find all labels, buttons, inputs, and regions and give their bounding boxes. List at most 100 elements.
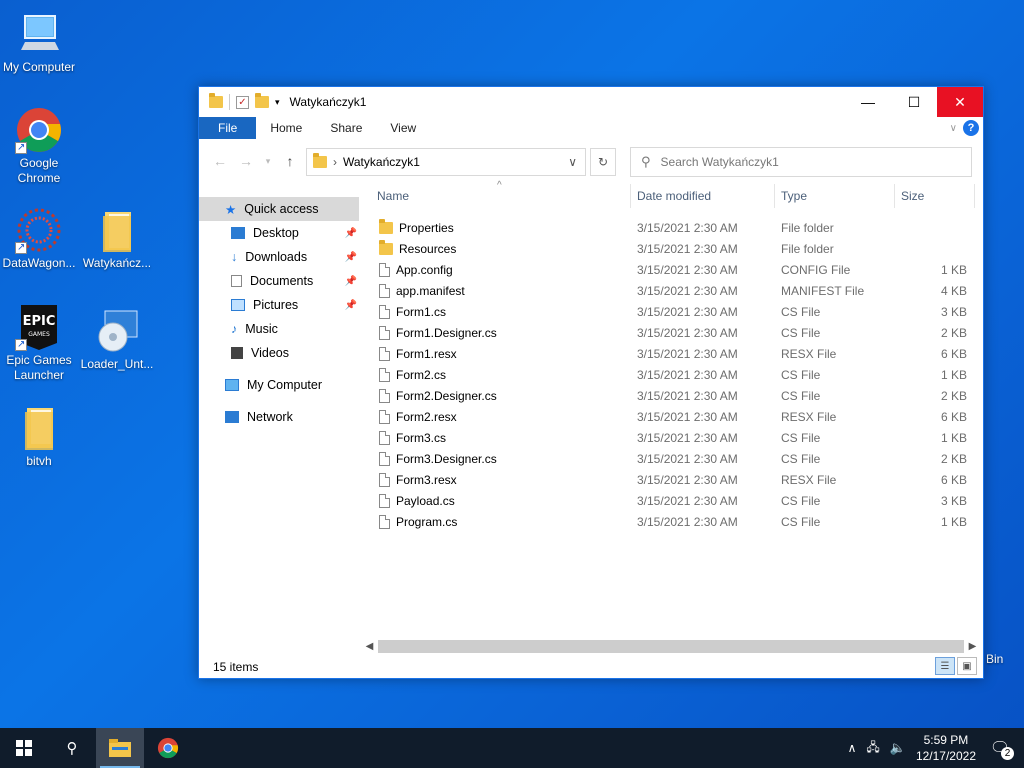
- table-row[interactable]: Program.cs 3/15/2021 2:30 AM CS File 1 KB: [371, 511, 975, 532]
- folder-icon: [379, 218, 393, 234]
- clock[interactable]: 5:59 PM 12/17/2022: [916, 732, 976, 764]
- desktop-icon-google-chrome[interactable]: Google Chrome: [1, 106, 77, 186]
- file-name-cell: Form1.Designer.cs: [371, 325, 631, 340]
- details-view-button[interactable]: ☰: [935, 657, 955, 675]
- file-type: CS File: [781, 493, 821, 508]
- tab-home[interactable]: Home: [256, 117, 316, 139]
- table-row[interactable]: Form2.Designer.cs 3/15/2021 2:30 AM CS Fil…: [371, 385, 975, 406]
- table-row[interactable]: App.config 3/15/2021 2:30 AM CONFIG File 1 …: [371, 259, 975, 280]
- recent-locations-icon[interactable]: ▾: [261, 156, 275, 167]
- scroll-left-icon[interactable]: ◀: [361, 641, 378, 652]
- column-header-type[interactable]: Type: [775, 184, 895, 208]
- desktop-icon-loader[interactable]: Loader_Unt...: [79, 307, 155, 372]
- show-hidden-icons-chevron-icon[interactable]: ∧: [848, 741, 857, 755]
- pin-icon[interactable]: 📌: [345, 228, 357, 239]
- table-row[interactable]: Form2.cs 3/15/2021 2:30 AM CS File 1 KB: [371, 364, 975, 385]
- desktop-icon-datawagon[interactable]: DataWagon...: [1, 206, 77, 271]
- customize-dropdown-icon[interactable]: ▾: [275, 97, 280, 108]
- nav-my-computer[interactable]: My Computer: [199, 373, 359, 397]
- pictures-icon: [231, 299, 245, 311]
- back-button[interactable]: ←: [209, 153, 231, 169]
- minimize-button[interactable]: —: [845, 87, 891, 117]
- desktop-icon-my-computer[interactable]: My Computer: [1, 10, 77, 75]
- search-input[interactable]: ⚲ Search Watykańczyk1: [630, 147, 972, 177]
- start-button[interactable]: [0, 728, 48, 768]
- nav-label: Music: [245, 322, 278, 336]
- table-row[interactable]: Form1.Designer.cs 3/15/2021 2:30 AM CS Fil…: [371, 322, 975, 343]
- file-type: CS File: [781, 388, 821, 403]
- file-size: 1 KB: [940, 514, 967, 529]
- nav-label: Videos: [251, 346, 289, 360]
- nav-documents[interactable]: Documents 📌: [199, 269, 359, 293]
- new-folder-icon[interactable]: [255, 93, 269, 108]
- table-row[interactable]: Form1.resx 3/15/2021 2:30 AM RESX File 6 KB: [371, 343, 975, 364]
- properties-icon[interactable]: ✓: [236, 95, 249, 109]
- table-row[interactable]: Form1.cs 3/15/2021 2:30 AM CS File 3 KB: [371, 301, 975, 322]
- table-row[interactable]: Form2.resx 3/15/2021 2:30 AM RESX File 6 KB: [371, 406, 975, 427]
- pin-icon[interactable]: 📌: [345, 276, 357, 287]
- help-icon[interactable]: ?: [963, 120, 979, 136]
- expand-ribbon-icon[interactable]: ∨: [950, 123, 957, 134]
- file-icon: [379, 346, 390, 361]
- nav-videos[interactable]: Videos: [199, 341, 359, 365]
- title-bar[interactable]: ✓ ▾ Watykańczyk1 — ☐ ✕: [199, 87, 983, 117]
- pin-icon[interactable]: 📌: [345, 252, 357, 263]
- desktop-icon-bitvh-folder[interactable]: bitvh: [1, 404, 77, 469]
- forward-button[interactable]: →: [235, 153, 257, 169]
- file-size: 3 KB: [940, 304, 967, 319]
- file-name-cell: Form2.cs: [371, 367, 631, 382]
- table-row[interactable]: Payload.cs 3/15/2021 2:30 AM CS File 3 KB: [371, 490, 975, 511]
- refresh-button[interactable]: ↻: [590, 148, 616, 176]
- pin-icon[interactable]: 📌: [345, 300, 357, 311]
- desktop-icon-label: DataWagon...: [2, 256, 76, 270]
- table-row[interactable]: Form3.cs 3/15/2021 2:30 AM CS File 1 KB: [371, 427, 975, 448]
- file-date: 3/15/2021 2:30 AM: [637, 430, 738, 445]
- taskbar-file-explorer[interactable]: [96, 728, 144, 768]
- scroll-right-icon[interactable]: ▶: [964, 641, 981, 652]
- close-icon: ✕: [954, 93, 966, 110]
- up-button[interactable]: ↑: [279, 153, 301, 169]
- large-icons-view-button[interactable]: ▣: [957, 657, 977, 675]
- file-date: 3/15/2021 2:30 AM: [637, 241, 738, 256]
- tab-file[interactable]: File: [199, 117, 257, 139]
- breadcrumb-current[interactable]: Watykańczyk1: [343, 155, 420, 169]
- file-name-cell: Form1.cs: [371, 304, 631, 319]
- taskbar-chrome[interactable]: [144, 728, 192, 768]
- table-row[interactable]: Resources 3/15/2021 2:30 AM File folder: [371, 238, 975, 259]
- column-header-date[interactable]: Date modified: [631, 184, 775, 208]
- horizontal-scrollbar[interactable]: ◀ ▶: [361, 638, 981, 655]
- file-date: 3/15/2021 2:30 AM: [637, 409, 738, 424]
- tab-view[interactable]: View: [376, 117, 430, 139]
- file-name: Form3.resx: [396, 472, 457, 487]
- desktop-icon-epic-games[interactable]: EPIC GAMES Epic Games Launcher: [1, 303, 77, 383]
- nav-desktop[interactable]: Desktop 📌: [199, 221, 359, 245]
- column-header-size[interactable]: Size: [895, 184, 975, 208]
- network-status-icon[interactable]: 🖧: [866, 738, 879, 759]
- search-button[interactable]: ⚲: [48, 728, 96, 768]
- close-button[interactable]: ✕: [937, 87, 983, 117]
- file-date: 3/15/2021 2:30 AM: [637, 262, 738, 277]
- maximize-button[interactable]: ☐: [891, 87, 937, 117]
- nav-music[interactable]: ♪ Music: [199, 317, 359, 341]
- refresh-icon: ↻: [597, 155, 609, 169]
- address-dropdown-icon[interactable]: ∨: [568, 155, 577, 169]
- table-row[interactable]: Form3.resx 3/15/2021 2:30 AM RESX File 6 KB: [371, 469, 975, 490]
- desktop-icon-watykanczyk-folder[interactable]: Watykańcz...: [79, 206, 155, 271]
- recycle-bin-label[interactable]: Bin: [986, 652, 1003, 666]
- table-row[interactable]: app.manifest 3/15/2021 2:30 AM MANIFEST Fi…: [371, 280, 975, 301]
- nav-network[interactable]: Network: [199, 405, 359, 429]
- nav-pictures[interactable]: Pictures 📌: [199, 293, 359, 317]
- file-date: 3/15/2021 2:30 AM: [637, 325, 738, 340]
- sort-ascending-icon: ^: [497, 180, 502, 191]
- nav-quick-access[interactable]: ★ Quick access: [199, 197, 359, 221]
- tab-share[interactable]: Share: [316, 117, 376, 139]
- nav-downloads[interactable]: ↓ Downloads 📌: [199, 245, 359, 269]
- table-row[interactable]: Properties 3/15/2021 2:30 AM File folder: [371, 217, 975, 238]
- table-row[interactable]: Form3.Designer.cs 3/15/2021 2:30 AM CS Fil…: [371, 448, 975, 469]
- scroll-thumb[interactable]: [378, 640, 964, 653]
- datawagon-icon: [15, 206, 63, 255]
- address-bar[interactable]: › Watykańczyk1 ∨: [306, 148, 586, 176]
- action-center-button[interactable]: 🗨 2: [986, 734, 1014, 762]
- file-type: CS File: [781, 325, 821, 340]
- volume-icon[interactable]: 🔈: [890, 740, 906, 756]
